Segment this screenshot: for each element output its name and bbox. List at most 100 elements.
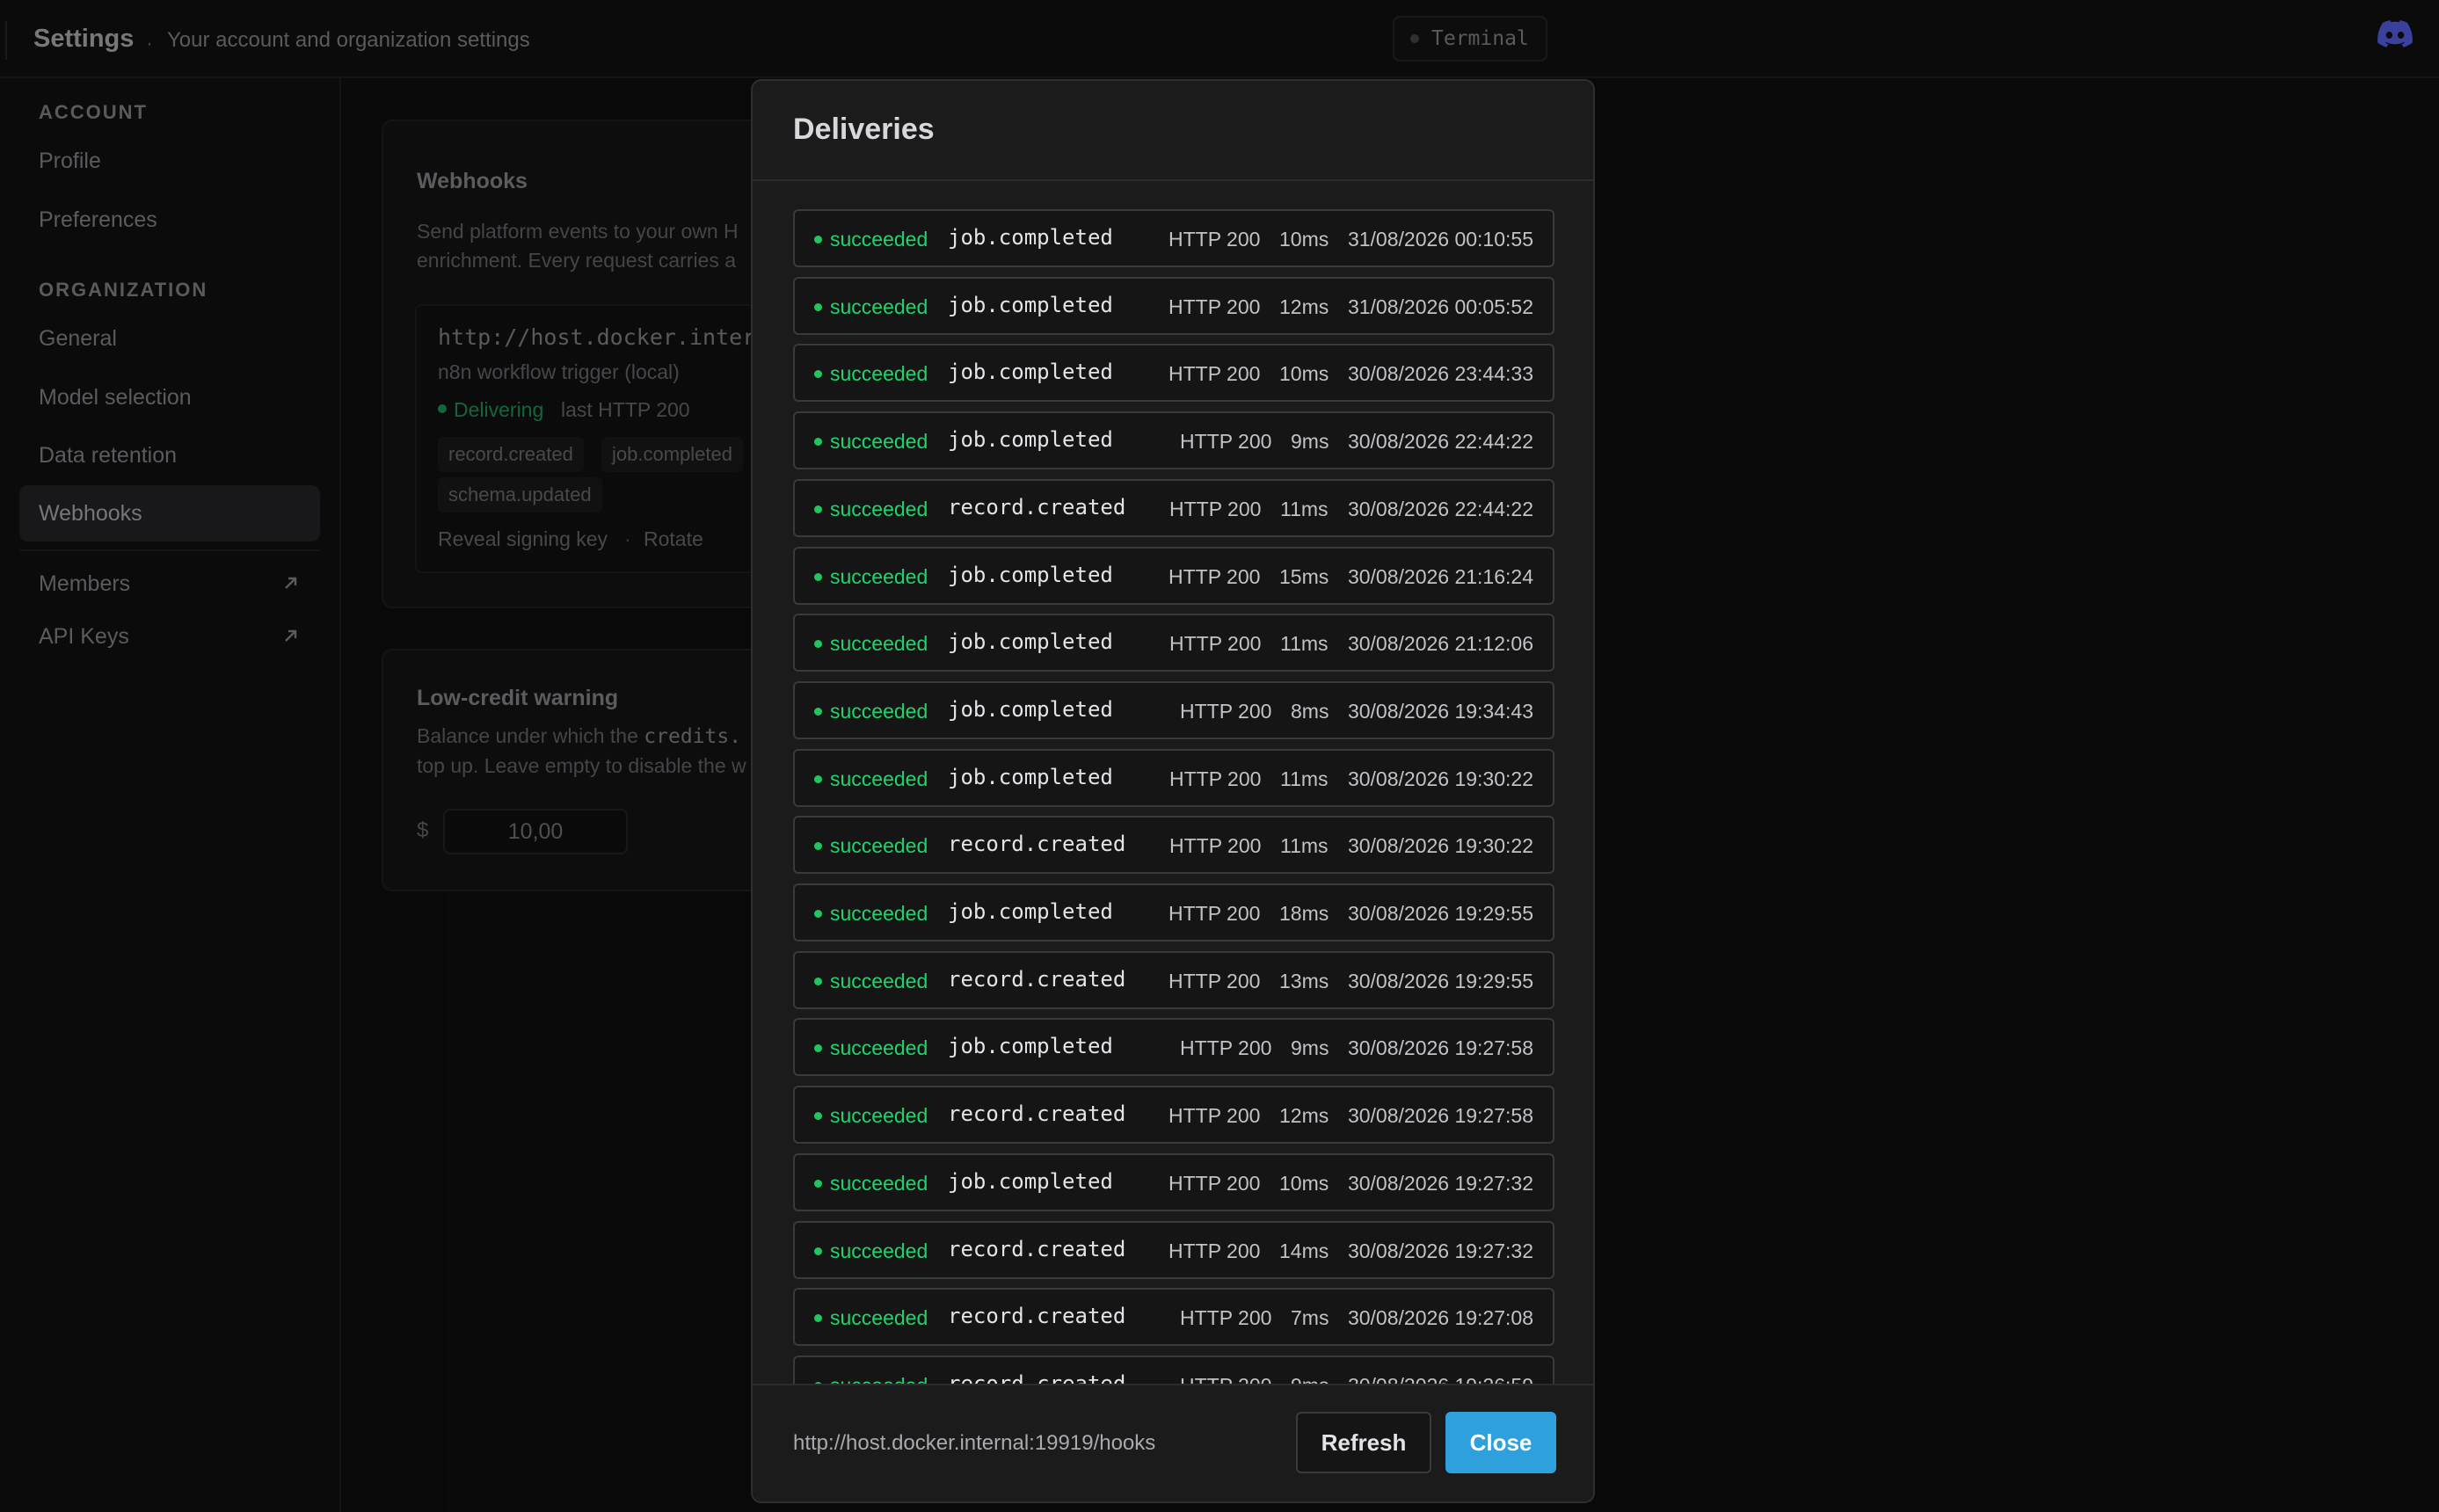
delivery-http-status: HTTP 200 (1169, 295, 1261, 318)
delivery-row[interactable]: succeeded job.completed HTTP 200 10ms 31/08/… (793, 209, 1554, 267)
delivery-row[interactable]: succeeded job.completed HTTP 200 10ms 30/08/… (793, 1153, 1554, 1211)
delivery-latency: 7ms (1291, 1306, 1329, 1329)
delivery-event: record.created (948, 832, 1126, 856)
success-status-icon (814, 438, 822, 446)
delivery-timestamp: 30/08/2026 19:27:32 (1347, 1239, 1533, 1262)
delivery-row[interactable]: succeeded job.completed HTTP 200 11ms 30/08/… (793, 614, 1554, 672)
delivery-latency: 13ms (1279, 970, 1329, 992)
delivery-http-status: HTTP 200 (1169, 834, 1262, 857)
delivery-http-status: HTTP 200 (1169, 1172, 1261, 1195)
delivery-event: job.completed (948, 427, 1113, 452)
delivery-event: job.completed (948, 765, 1113, 789)
delivery-event: record.created (948, 1304, 1126, 1328)
deliveries-modal: Deliveries succeeded job.completed HTTP 20… (751, 79, 1595, 1503)
success-status-icon (814, 775, 822, 783)
delivery-http-status: HTTP 200 (1169, 498, 1262, 520)
delivery-row[interactable]: succeeded record.created HTTP 200 7ms 30/08/… (793, 1288, 1554, 1346)
delivery-timestamp: 30/08/2026 19:27:08 (1347, 1306, 1533, 1329)
delivery-http-status: HTTP 200 (1169, 1104, 1261, 1127)
success-status-icon (814, 1247, 822, 1255)
delivery-status: succeeded (830, 498, 928, 520)
delivery-http-status: HTTP 200 (1169, 970, 1261, 992)
success-status-icon (814, 573, 822, 581)
delivery-row[interactable]: succeeded record.created HTTP 200 11ms 30/08… (793, 816, 1554, 874)
delivery-latency: 9ms (1291, 430, 1329, 453)
delivery-timestamp: 30/08/2026 19:34:43 (1347, 700, 1533, 723)
delivery-event: record.created (948, 495, 1126, 520)
delivery-event: job.completed (948, 1169, 1113, 1194)
delivery-event: job.completed (948, 1034, 1113, 1058)
delivery-status: succeeded (830, 430, 928, 453)
delivery-timestamp: 30/08/2026 19:29:55 (1347, 970, 1533, 992)
delivery-status: succeeded (830, 632, 928, 655)
delivery-event: record.created (948, 1101, 1126, 1126)
success-status-icon (814, 303, 822, 311)
delivery-timestamp: 30/08/2026 23:44:33 (1347, 362, 1533, 385)
delivery-status: succeeded (830, 767, 928, 790)
success-status-icon (814, 978, 822, 985)
delivery-http-status: HTTP 200 (1169, 565, 1261, 588)
delivery-row[interactable]: succeeded job.completed HTTP 200 12ms 31/08/… (793, 277, 1554, 335)
delivery-http-status: HTTP 200 (1169, 767, 1262, 790)
delivery-event: job.completed (948, 225, 1113, 250)
success-status-icon (814, 370, 822, 378)
delivery-event: job.completed (948, 293, 1113, 317)
delivery-row[interactable]: succeeded job.completed HTTP 200 8ms 30/08/2… (793, 681, 1554, 739)
delivery-timestamp: 30/08/2026 22:44:22 (1347, 430, 1533, 453)
delivery-row[interactable]: succeeded record.created HTTP 200 11ms 30/08… (793, 479, 1554, 537)
delivery-timestamp: 30/08/2026 19:30:22 (1347, 767, 1533, 790)
delivery-latency: 10ms (1279, 1172, 1329, 1195)
delivery-status: succeeded (830, 565, 928, 588)
delivery-status: succeeded (830, 362, 928, 385)
delivery-timestamp: 30/08/2026 19:29:55 (1347, 902, 1533, 925)
delivery-status: succeeded (830, 1036, 928, 1059)
delivery-event: record.created (948, 1237, 1126, 1261)
deliveries-list[interactable]: succeeded job.completed HTTP 200 10ms 31/08/… (793, 209, 1554, 1465)
delivery-status: succeeded (830, 228, 928, 251)
delivery-row[interactable]: succeeded job.completed HTTP 200 10ms 30/08/… (793, 344, 1554, 402)
delivery-row[interactable]: succeeded job.completed HTTP 200 11ms 30/08/… (793, 749, 1554, 807)
delivery-event: job.completed (948, 360, 1113, 384)
delivery-latency: 11ms (1280, 632, 1329, 655)
delivery-row[interactable]: succeeded record.created HTTP 200 12ms 30/08… (793, 1086, 1554, 1144)
delivery-latency: 8ms (1291, 700, 1329, 723)
delivery-http-status: HTTP 200 (1180, 1036, 1272, 1059)
delivery-http-status: HTTP 200 (1169, 632, 1262, 655)
delivery-http-status: HTTP 200 (1169, 902, 1261, 925)
delivery-timestamp: 30/08/2026 19:27:32 (1347, 1172, 1533, 1195)
delivery-status: succeeded (830, 902, 928, 925)
delivery-status: succeeded (830, 1104, 928, 1127)
delivery-row[interactable]: succeeded record.created HTTP 200 14ms 30/08… (793, 1221, 1554, 1279)
delivery-timestamp: 30/08/2026 21:16:24 (1347, 565, 1533, 588)
delivery-status: succeeded (830, 700, 928, 723)
delivery-http-status: HTTP 200 (1169, 1239, 1261, 1262)
delivery-event: job.completed (948, 697, 1113, 722)
success-status-icon (814, 842, 822, 850)
delivery-timestamp: 31/08/2026 00:10:55 (1347, 228, 1533, 251)
delivery-event: record.created (948, 967, 1126, 992)
success-status-icon (814, 1180, 822, 1188)
delivery-latency: 11ms (1280, 767, 1329, 790)
success-status-icon (814, 910, 822, 918)
delivery-row[interactable]: succeeded record.created HTTP 200 13ms 30/08… (793, 951, 1554, 1009)
delivery-row[interactable]: succeeded job.completed HTTP 200 18ms 30/08/… (793, 883, 1554, 941)
refresh-button[interactable]: Refresh (1296, 1412, 1431, 1473)
delivery-timestamp: 30/08/2026 19:30:22 (1347, 834, 1533, 857)
delivery-row[interactable]: succeeded job.completed HTTP 200 9ms 30/08/2… (793, 1018, 1554, 1076)
delivery-latency: 10ms (1279, 362, 1329, 385)
delivery-http-status: HTTP 200 (1180, 1306, 1272, 1329)
delivery-latency: 11ms (1280, 834, 1329, 857)
delivery-http-status: HTTP 200 (1180, 430, 1272, 453)
delivery-timestamp: 30/08/2026 22:44:22 (1347, 498, 1533, 520)
delivery-timestamp: 30/08/2026 19:27:58 (1347, 1104, 1533, 1127)
delivery-status: succeeded (830, 1239, 928, 1262)
delivery-timestamp: 30/08/2026 21:12:06 (1347, 632, 1533, 655)
delivery-http-status: HTTP 200 (1180, 700, 1272, 723)
delivery-row[interactable]: succeeded job.completed HTTP 200 9ms 30/08/2… (793, 411, 1554, 469)
delivery-row[interactable]: succeeded job.completed HTTP 200 15ms 30/08/… (793, 547, 1554, 605)
close-button[interactable]: Close (1445, 1412, 1556, 1473)
success-status-icon (814, 708, 822, 716)
endpoint-url-footer: http://host.docker.internal:19919/hooks (793, 1431, 1156, 1455)
delivery-timestamp: 31/08/2026 00:05:52 (1347, 295, 1533, 318)
delivery-event: job.completed (948, 899, 1113, 924)
